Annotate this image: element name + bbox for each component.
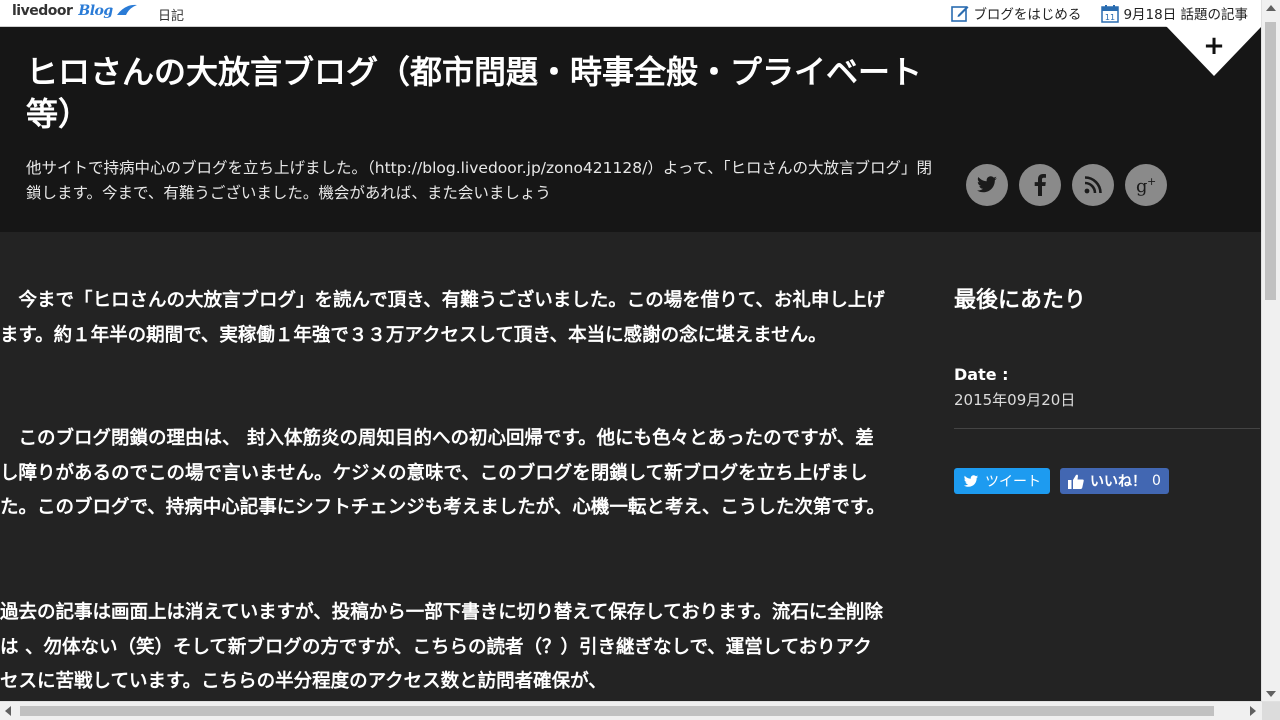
blog-title[interactable]: ヒロさんの大放言ブログ（都市問題・時事全般・プライベート等） bbox=[26, 51, 946, 135]
article-paragraph: 過去の記事は画面上は消えていますが、投稿から一部下書きに切り替えて保存しておりま… bbox=[0, 602, 883, 692]
social-links: g + bbox=[966, 164, 1167, 206]
livedoor-blog-logo[interactable]: livedoor Blog bbox=[12, 3, 138, 19]
like-count: 0 bbox=[1152, 473, 1161, 489]
twitter-icon bbox=[977, 176, 997, 193]
tweet-button[interactable]: ツイート bbox=[954, 468, 1050, 494]
rss-button[interactable] bbox=[1072, 164, 1114, 206]
scrollbar-corner bbox=[1262, 702, 1280, 720]
thumbs-up-icon bbox=[1068, 474, 1084, 489]
blog-header: ヒロさんの大放言ブログ（都市問題・時事全般・プライベート等） 他サイトで持病中心… bbox=[0, 26, 1262, 232]
logo-text: livedoor bbox=[12, 3, 73, 19]
blog-description: 他サイトで持病中心のブログを立ち上げました。（http://blog.lived… bbox=[26, 159, 933, 202]
calendar-icon: 11 bbox=[1101, 4, 1120, 23]
scroll-up-arrow-icon[interactable] bbox=[1266, 5, 1276, 11]
wing-icon bbox=[117, 4, 138, 15]
tweet-label: ツイート bbox=[985, 474, 1041, 490]
start-blog-link[interactable]: ブログをはじめる bbox=[951, 3, 1081, 23]
calendar-day: 11 bbox=[1105, 13, 1115, 22]
like-label: いいね！ bbox=[1090, 474, 1146, 490]
googleplus-button[interactable]: g + bbox=[1125, 164, 1167, 206]
divider bbox=[954, 428, 1260, 429]
pencil-icon bbox=[951, 6, 969, 22]
scroll-down-arrow-icon[interactable] bbox=[1266, 691, 1276, 697]
expand-corner-button[interactable]: + bbox=[1166, 26, 1262, 76]
vertical-scroll-thumb[interactable] bbox=[1265, 22, 1276, 300]
twitter-bird-icon bbox=[963, 474, 979, 487]
rss-icon bbox=[1084, 176, 1102, 194]
facebook-icon bbox=[1034, 174, 1046, 196]
svg-text:g: g bbox=[1136, 176, 1148, 196]
scroll-right-arrow-icon[interactable] bbox=[1250, 706, 1256, 716]
scroll-left-arrow-icon[interactable] bbox=[5, 706, 11, 716]
date-value: 2015年09月20日 bbox=[954, 391, 1076, 409]
nav-diary-link[interactable]: 日記 bbox=[158, 5, 184, 24]
facebook-button[interactable] bbox=[1019, 164, 1061, 206]
article-paragraph: 今まで「ヒロさんの大放言ブログ」を読んで頂き、有難うございました。この場を借りて… bbox=[0, 290, 885, 346]
livedoor-topbar: livedoor Blog 日記 ブログをはじめる 11 9月18日 話題の記事 bbox=[0, 0, 1262, 27]
start-blog-label: ブログをはじめる bbox=[973, 7, 1082, 23]
trending-articles-link[interactable]: 11 9月18日 話題の記事 bbox=[1101, 3, 1248, 23]
trending-label: 9月18日 話題の記事 bbox=[1123, 7, 1248, 23]
plus-icon: + bbox=[1203, 31, 1225, 61]
logo-blog-text: Blog bbox=[78, 3, 113, 19]
twitter-button[interactable] bbox=[966, 164, 1008, 206]
like-button[interactable]: いいね！ 0 bbox=[1060, 468, 1169, 494]
svg-text:+: + bbox=[1147, 175, 1156, 188]
article-title[interactable]: 最後にあたり bbox=[954, 282, 1086, 314]
date-label: Date : bbox=[954, 365, 1009, 384]
horizontal-scrollbar[interactable] bbox=[0, 701, 1280, 720]
vertical-scrollbar[interactable] bbox=[1261, 0, 1280, 702]
googleplus-icon: g + bbox=[1136, 175, 1156, 196]
article-paragraph: このブログ閉鎖の理由は、 封入体筋炎の周知目的への初心回帰です。他にも色々とあっ… bbox=[0, 428, 886, 518]
horizontal-scroll-thumb[interactable] bbox=[20, 706, 1214, 716]
